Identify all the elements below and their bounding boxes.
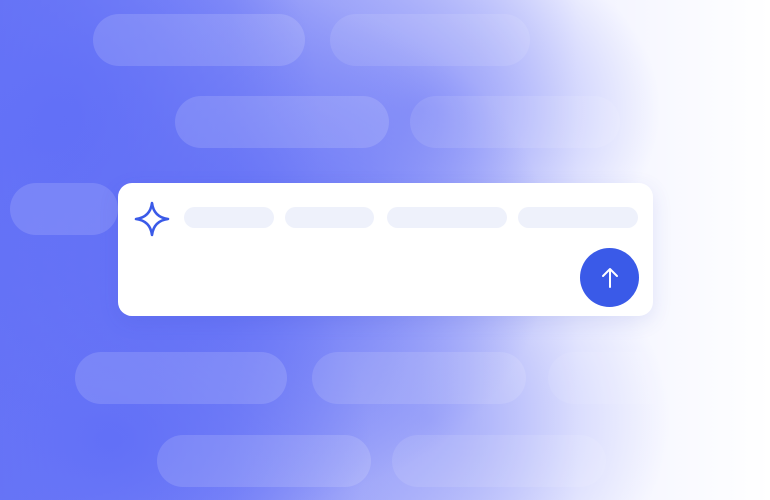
background-pill <box>330 14 530 66</box>
sparkle-icon <box>134 201 170 237</box>
background-pill <box>410 96 620 148</box>
background-pill <box>175 96 389 148</box>
background-pill <box>10 183 118 235</box>
background-pill <box>157 435 371 487</box>
arrow-up-icon <box>601 267 618 288</box>
placeholder-line <box>387 207 507 228</box>
background-pill <box>548 352 728 404</box>
background-pill <box>75 352 287 404</box>
prompt-composer[interactable] <box>118 183 653 316</box>
placeholder-line <box>518 207 638 228</box>
background-pill <box>312 352 526 404</box>
placeholder-line <box>285 207 374 228</box>
background-pill <box>93 14 305 66</box>
placeholder-line <box>184 207 274 228</box>
send-button[interactable] <box>580 248 639 307</box>
background-pill <box>392 435 606 487</box>
